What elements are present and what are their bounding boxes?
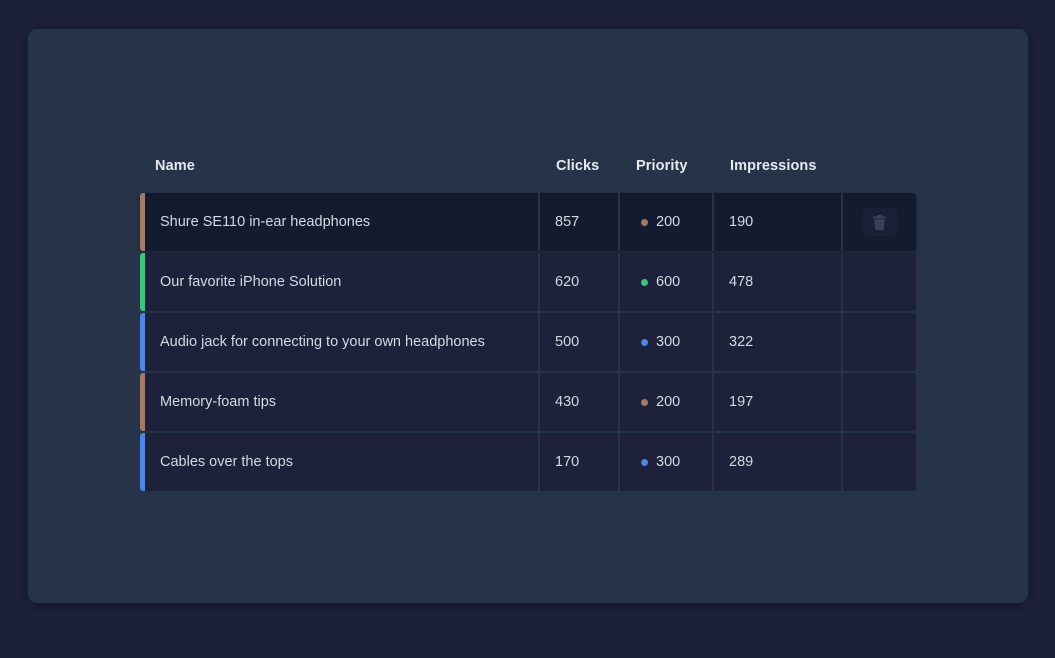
row-priority: 200 [634,193,712,251]
row-priority: 300 [634,433,712,491]
priority-wrap: 300 [634,454,680,470]
row-accent-bar [140,313,145,371]
row-name: Cables over the tops [160,433,538,491]
row-name: Memory-foam tips [160,373,538,431]
row-clicks-text: 620 [555,274,580,290]
priority-dot [641,398,648,406]
delete-button[interactable] [862,208,897,236]
row-priority-text: 300 [656,454,681,470]
row-impressions-text: 197 [729,394,754,410]
priority-wrap: 300 [634,334,680,350]
row-clicks-text: 170 [555,454,580,470]
row-impressions-text: 190 [729,214,754,230]
content-panel: Name Clicks Priority Impressions Shure S… [28,29,1028,603]
row-clicks-text: 500 [555,334,580,350]
row-clicks-text: 857 [555,214,580,230]
row-name-text: Memory-foam tips [160,394,277,410]
row-clicks: 857 [555,193,619,251]
column-divider [538,253,540,311]
row-name: Audio jack for connecting to your own he… [160,313,538,371]
header-clicks[interactable]: Clicks [556,158,599,174]
column-divider [618,193,620,251]
table-row[interactable]: Cables over the tops 170 300 289 [140,433,916,491]
row-priority-text: 300 [656,334,681,350]
row-clicks: 170 [555,433,619,491]
column-divider [538,193,540,251]
column-divider [618,313,620,371]
priority-dot [641,278,648,286]
column-divider [712,253,714,311]
row-clicks: 620 [555,253,619,311]
row-accent-bar [140,193,145,251]
table-row[interactable]: Shure SE110 in-ear headphones 857 200 19… [140,193,916,251]
row-clicks: 500 [555,313,619,371]
row-actions [843,193,916,251]
row-impressions: 322 [729,313,841,371]
row-clicks-text: 430 [555,394,580,410]
row-priority: 600 [634,253,712,311]
row-priority-text: 600 [656,274,681,290]
column-divider [618,253,620,311]
column-divider [712,373,714,431]
column-divider [712,193,714,251]
row-priority-text: 200 [656,214,681,230]
priority-dot [641,338,648,346]
row-impressions: 478 [729,253,841,311]
table-row[interactable]: Audio jack for connecting to your own he… [140,313,916,371]
priority-dot [641,218,648,226]
header-name[interactable]: Name [155,158,195,174]
table-row[interactable]: Memory-foam tips 430 200 197 [140,373,916,431]
row-impressions-text: 478 [729,274,754,290]
trash-icon [873,214,886,230]
table-row[interactable]: Our favorite iPhone Solution 620 600 478 [140,253,916,311]
row-name: Our favorite iPhone Solution [160,253,538,311]
row-accent-bar [140,373,145,431]
row-name-text: Cables over the tops [160,454,293,470]
priority-dot [641,458,648,466]
row-actions [843,253,916,311]
row-accent-bar [140,433,145,491]
data-table: Name Clicks Priority Impressions Shure S… [140,147,916,493]
row-name-text: Shure SE110 in-ear headphones [160,214,371,230]
row-priority-text: 200 [656,394,681,410]
row-actions [843,313,916,371]
row-name-text: Audio jack for connecting to your own he… [160,334,485,350]
row-priority: 300 [634,313,712,371]
row-impressions: 289 [729,433,841,491]
row-priority: 200 [634,373,712,431]
header-priority[interactable]: Priority [636,158,688,174]
row-actions [843,433,916,491]
column-divider [538,313,540,371]
header-impressions[interactable]: Impressions [730,158,817,174]
table-header: Name Clicks Priority Impressions [140,147,916,193]
row-accent-bar [140,253,145,311]
priority-wrap: 200 [634,214,680,230]
table-body: Shure SE110 in-ear headphones 857 200 19… [140,193,916,491]
row-impressions-text: 289 [729,454,754,470]
row-name: Shure SE110 in-ear headphones [160,193,538,251]
priority-wrap: 600 [634,274,680,290]
row-actions [843,373,916,431]
column-divider [538,433,540,491]
column-divider [712,433,714,491]
row-impressions-text: 322 [729,334,754,350]
column-divider [712,313,714,371]
column-divider [618,433,620,491]
row-clicks: 430 [555,373,619,431]
column-divider [618,373,620,431]
priority-wrap: 200 [634,394,680,410]
row-name-text: Our favorite iPhone Solution [160,274,342,290]
row-impressions: 190 [729,193,841,251]
row-impressions: 197 [729,373,841,431]
column-divider [538,373,540,431]
